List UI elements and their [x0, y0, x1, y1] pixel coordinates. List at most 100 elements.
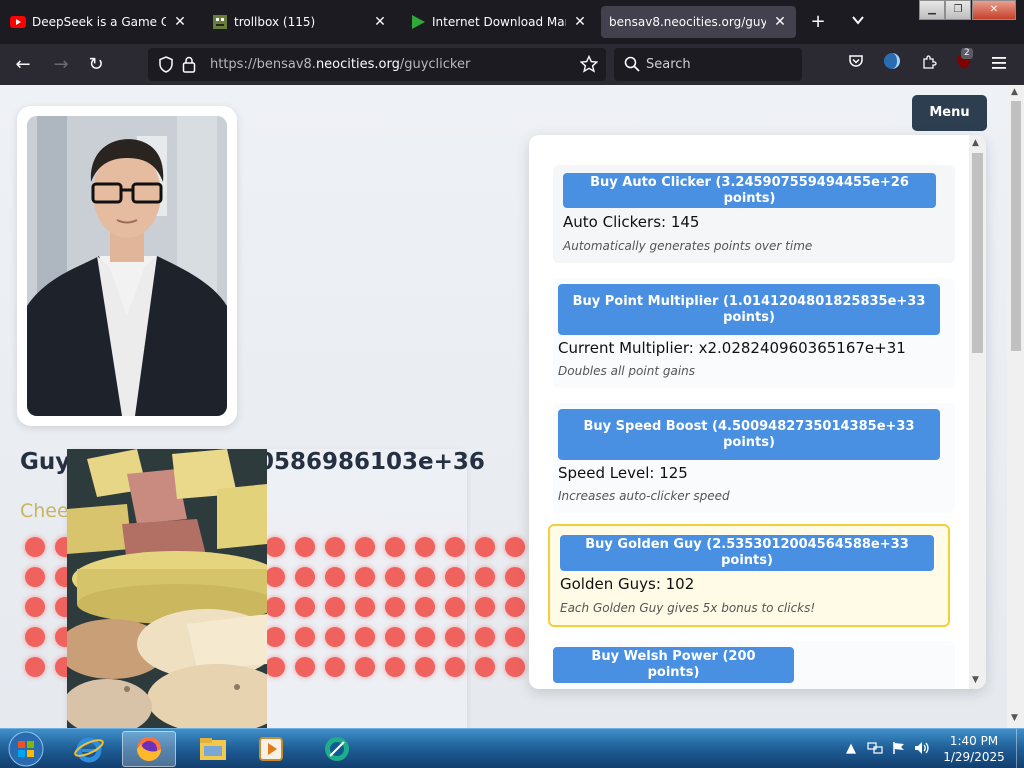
firefox-icon[interactable]	[122, 731, 176, 767]
click-dot[interactable]	[505, 567, 525, 587]
ublock-shield-icon[interactable]: 2	[951, 48, 977, 78]
close-tab-icon[interactable]: ✕	[572, 14, 588, 30]
action-center-flag-icon[interactable]	[892, 741, 906, 759]
click-dot[interactable]	[415, 537, 435, 557]
click-dot[interactable]	[355, 567, 375, 587]
click-dot[interactable]	[445, 567, 465, 587]
media-player-icon[interactable]	[244, 731, 298, 767]
click-dot[interactable]	[295, 537, 315, 557]
tab-idm[interactable]: Internet Download Manag ✕	[402, 6, 596, 38]
buy-welsh-power-button[interactable]: Buy Welsh Power (200 points)	[553, 647, 794, 683]
click-dot[interactable]	[385, 657, 405, 677]
click-dot[interactable]	[25, 537, 45, 557]
click-dot[interactable]	[355, 657, 375, 677]
click-dot[interactable]	[385, 537, 405, 557]
shop-scrollbar[interactable]: ▲ ▼	[969, 135, 986, 689]
new-tab-icon[interactable]: +	[806, 10, 830, 34]
click-dot[interactable]	[325, 627, 345, 647]
tab-guyclicker[interactable]: bensav8.neocities.org/guyclick ✕	[601, 6, 796, 38]
buy-speed-boost-button[interactable]: Buy Speed Boost (4.5009482735014385e+33 …	[558, 409, 940, 460]
close-window-button[interactable]: ✕	[972, 0, 1016, 20]
click-dot[interactable]	[325, 657, 345, 677]
click-dot[interactable]	[505, 537, 525, 557]
buy-golden-guy-button[interactable]: Buy Golden Guy (2.5353012004564588e+33 p…	[560, 535, 934, 571]
guy-photo[interactable]	[27, 116, 227, 416]
show-hidden-icons-icon[interactable]: ▲	[846, 741, 856, 756]
click-dot[interactable]	[385, 627, 405, 647]
click-dot[interactable]	[25, 597, 45, 617]
guy-photo-frame[interactable]	[17, 106, 237, 426]
start-button[interactable]	[4, 729, 48, 768]
click-dot[interactable]	[295, 567, 315, 587]
reload-icon[interactable]: ↻	[83, 52, 109, 78]
search-bar[interactable]: Search	[614, 48, 802, 81]
click-dot[interactable]	[475, 627, 495, 647]
minimize-button[interactable]: ▁	[919, 0, 945, 20]
click-dot[interactable]	[385, 597, 405, 617]
search-input[interactable]: Search	[646, 57, 691, 72]
click-dot[interactable]	[295, 597, 315, 617]
click-dot[interactable]	[415, 627, 435, 647]
shop-scroll-thumb[interactable]	[972, 153, 983, 353]
click-dot[interactable]	[265, 567, 285, 587]
click-dot[interactable]	[25, 567, 45, 587]
forward-arrow-icon[interactable]: →	[48, 52, 74, 78]
click-dot[interactable]	[355, 537, 375, 557]
extensions-puzzle-icon[interactable]	[916, 52, 942, 78]
click-dot[interactable]	[25, 657, 45, 677]
cheese-image[interactable]	[67, 449, 267, 728]
click-dot[interactable]	[295, 657, 315, 677]
click-dot[interactable]	[355, 597, 375, 617]
shield-icon[interactable]	[158, 56, 174, 77]
click-dot[interactable]	[385, 567, 405, 587]
page-scroll-thumb[interactable]	[1011, 101, 1021, 351]
internet-explorer-icon[interactable]	[62, 731, 116, 767]
click-dot[interactable]	[415, 657, 435, 677]
maximize-button[interactable]: ❐	[945, 0, 971, 20]
click-dot[interactable]	[415, 597, 435, 617]
buy-auto-clicker-button[interactable]: Buy Auto Clicker (3.245907559494455e+26 …	[563, 173, 936, 208]
click-dot[interactable]	[325, 537, 345, 557]
click-dot[interactable]	[25, 627, 45, 647]
click-dot[interactable]	[355, 627, 375, 647]
upgrade-shop-panel[interactable]: Buy Auto Clicker (3.245907559494455e+26 …	[529, 135, 986, 689]
click-dot[interactable]	[295, 627, 315, 647]
click-dot[interactable]	[265, 537, 285, 557]
click-dot[interactable]	[445, 537, 465, 557]
scroll-down-arrow-icon[interactable]: ▼	[972, 675, 979, 685]
hamburger-menu-icon[interactable]	[987, 52, 1013, 78]
click-dot[interactable]	[445, 597, 465, 617]
scroll-down-arrow-icon[interactable]: ▼	[1011, 713, 1018, 723]
click-dot[interactable]	[325, 567, 345, 587]
click-dot[interactable]	[475, 597, 495, 617]
extension-moon-icon[interactable]	[879, 52, 905, 78]
close-tab-icon[interactable]: ✕	[372, 14, 388, 30]
click-dot[interactable]	[445, 627, 465, 647]
show-desktop-button[interactable]	[1016, 729, 1024, 768]
menu-button[interactable]: Menu	[912, 95, 987, 131]
click-dot[interactable]	[475, 567, 495, 587]
app-icon[interactable]	[310, 731, 364, 767]
click-dot[interactable]	[505, 597, 525, 617]
buy-point-multiplier-button[interactable]: Buy Point Multiplier (1.0141204801825835…	[558, 284, 940, 335]
network-icon[interactable]	[867, 741, 883, 759]
url-bar[interactable]: https://bensav8.neocities.org/guyclicker	[148, 48, 606, 81]
click-dot[interactable]	[265, 597, 285, 617]
volume-icon[interactable]	[914, 741, 930, 759]
click-dot[interactable]	[505, 657, 525, 677]
click-dot[interactable]	[475, 657, 495, 677]
page-scrollbar[interactable]: ▲ ▼	[1007, 85, 1024, 728]
system-clock[interactable]: 1:40 PM 1/29/2025	[936, 733, 1012, 765]
tab-deepseek[interactable]: DeepSeek is a Game Chang ✕	[2, 6, 196, 38]
click-dot[interactable]	[415, 567, 435, 587]
close-tab-icon[interactable]: ✕	[172, 14, 188, 30]
click-dot[interactable]	[475, 537, 495, 557]
list-all-tabs-icon[interactable]	[846, 10, 870, 34]
tab-trollbox[interactable]: trollbox (115) ✕	[204, 6, 396, 38]
click-dot[interactable]	[325, 597, 345, 617]
lock-icon[interactable]	[182, 56, 196, 77]
bookmark-star-icon[interactable]	[579, 54, 599, 77]
click-dot[interactable]	[445, 657, 465, 677]
close-tab-icon[interactable]: ✕	[772, 14, 788, 30]
click-dot[interactable]	[265, 657, 285, 677]
